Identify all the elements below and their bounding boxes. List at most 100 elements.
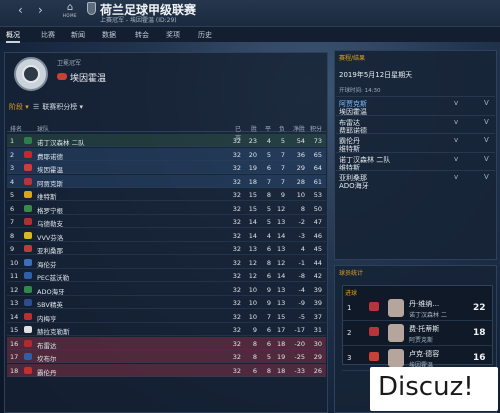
tab-stats[interactable]: 数据 <box>102 30 116 40</box>
scorer-team[interactable]: 诺丁汉森林 二 <box>409 310 447 319</box>
row-team[interactable]: 海伦芬 <box>37 259 57 269</box>
row-goal-diff: -1 <box>298 258 305 267</box>
row-pos: 5 <box>10 191 15 199</box>
row-won: 12 <box>248 258 257 267</box>
home-label: HOME <box>62 13 78 18</box>
row-drawn: 5 <box>266 150 271 159</box>
table-row[interactable]: 10 海伦芬 32 12 8 12 -1 44 <box>7 256 326 269</box>
table-row[interactable]: 6 格罗宁根 32 15 5 12 8 50 <box>7 202 326 215</box>
row-team[interactable]: 格罗宁根 <box>37 205 63 215</box>
fixture-expand-icon[interactable]: V <box>484 155 489 163</box>
tab-awards[interactable]: 奖项 <box>166 30 180 40</box>
header-points[interactable]: 积分 <box>310 124 322 133</box>
scorer-name[interactable]: 费·托蒂斯 <box>409 324 439 334</box>
back-icon[interactable]: ‹ <box>18 4 23 16</box>
table-row[interactable]: 16 布雷达 32 8 6 18 -20 30 <box>7 336 326 350</box>
table-row[interactable]: 9 亚利桑那 32 13 6 13 4 45 <box>7 242 326 255</box>
row-team[interactable]: 阿贾克斯 <box>37 178 63 188</box>
row-points: 39 <box>313 299 322 307</box>
home-button[interactable]: ⌂ HOME <box>56 3 84 21</box>
row-played: 32 <box>232 137 241 145</box>
table-row[interactable]: 17 坎布尔 32 8 5 19 -25 29 <box>7 350 326 363</box>
table-row[interactable]: 3 埃因霍温 32 19 6 7 29 64 <box>7 161 326 174</box>
table-row[interactable]: 1 诺丁汉森林 二队 32 23 4 5 54 73 <box>7 134 326 147</box>
row-team[interactable]: 布雷达 <box>37 340 57 350</box>
club-icon <box>24 299 32 306</box>
scorer-row[interactable]: 2 费·托蒂斯 阿贾克斯 18 <box>342 321 493 346</box>
table-row[interactable]: 14 内梅亨 32 10 7 15 -5 37 <box>7 310 326 323</box>
table-row[interactable]: 15 赫拉克勒斯 32 9 6 17 -17 31 <box>7 323 326 336</box>
fixture-away-team[interactable]: ADO海牙 <box>339 181 369 191</box>
title-bar: ‹ › ⌂ HOME 荷兰足球甲级联赛 上赛冠军 - 埃因霍温 (ID:29) <box>0 0 500 26</box>
row-won: 10 <box>248 299 257 307</box>
fixture-row[interactable]: 亚利桑那 ADO海牙 v V <box>336 170 495 191</box>
tab-matches[interactable]: 比赛 <box>41 30 55 40</box>
row-goal-diff: 4 <box>300 245 305 253</box>
table-row[interactable]: 7 乌德勒支 32 14 5 13 -2 47 <box>7 215 326 228</box>
row-team[interactable]: 乌德勒支 <box>37 218 63 228</box>
header-team[interactable]: 球队 <box>37 124 49 133</box>
row-team[interactable]: 霸伦丹 <box>37 367 57 377</box>
scorer-name[interactable]: 丹·维纳… <box>409 299 439 309</box>
champion-team[interactable]: 埃因霍温 <box>70 71 106 84</box>
row-team[interactable]: 亚利桑那 <box>37 245 63 255</box>
header-won[interactable]: 胜 <box>247 124 257 133</box>
row-drawn: 4 <box>266 231 271 240</box>
table-row[interactable]: 2 费耶诺德 32 20 5 7 36 65 <box>7 147 326 161</box>
fixture-expand-icon[interactable]: V <box>484 136 489 144</box>
table-row[interactable]: 5 维特斯 32 15 8 9 10 53 <box>7 188 326 201</box>
row-team[interactable]: ADO海牙 <box>37 286 65 296</box>
table-filter-dropdown[interactable]: ☰ 联赛积分榜 ▾ <box>33 102 83 112</box>
table-row[interactable]: 4 阿贾克斯 32 18 7 7 28 61 <box>7 174 326 188</box>
row-team[interactable]: 维特斯 <box>37 191 57 201</box>
fixture-row[interactable]: 布雷达 费耶诺德 v V <box>336 114 495 135</box>
row-team[interactable]: 埃因霍温 <box>37 164 63 174</box>
fixture-row[interactable]: 阿贾克斯 埃因霍温 v V <box>336 96 495 116</box>
fixture-row[interactable]: 诺丁汉森林 二队 维特斯 v V <box>336 151 495 172</box>
row-points: 39 <box>313 285 322 294</box>
tab-history[interactable]: 历史 <box>198 30 212 40</box>
fixture-expand-icon[interactable]: V <box>484 99 489 107</box>
row-team[interactable]: 坎布尔 <box>37 353 57 363</box>
table-row[interactable]: 8 VVV芬洛 32 14 4 14 -3 46 <box>7 229 326 242</box>
tab-transfers[interactable]: 转会 <box>135 30 149 40</box>
row-played: 32 <box>232 191 241 199</box>
tab-overview[interactable]: 概况 <box>6 30 20 43</box>
row-team[interactable]: 诺丁汉森林 二队 <box>37 137 85 147</box>
stage-selector[interactable]: 阶段 ▾ <box>9 102 29 112</box>
fixture-row[interactable]: 霸伦丹 维特斯 v V <box>336 133 495 153</box>
table-row[interactable]: 11 PEC兹沃勒 32 12 6 14 -8 42 <box>7 269 326 282</box>
tab-news[interactable]: 新闻 <box>71 30 85 40</box>
row-points: 46 <box>313 231 322 240</box>
row-team[interactable]: 内梅亨 <box>37 313 57 323</box>
table-row[interactable]: 13 SBV精英 32 10 9 13 -9 39 <box>7 296 326 309</box>
row-lost: 18 <box>277 366 286 375</box>
row-team[interactable]: 赫拉克勒斯 <box>37 326 70 336</box>
header-lost[interactable]: 负 <box>277 124 285 133</box>
fixture-expand-icon[interactable]: V <box>484 118 489 126</box>
row-team[interactable]: 费耶诺德 <box>37 151 63 161</box>
player-stats-title[interactable]: 球员统计 <box>339 268 363 277</box>
row-team[interactable]: PEC兹沃勒 <box>37 272 69 282</box>
row-team[interactable]: VVV芬洛 <box>37 232 63 242</box>
table-row[interactable]: 18 霸伦丹 32 6 8 18 -33 26 <box>7 363 326 377</box>
row-lost: 15 <box>277 312 286 321</box>
league-trophy-icon <box>14 57 48 91</box>
fixture-expand-icon[interactable]: V <box>484 173 489 181</box>
scorer-team[interactable]: 阿贾克斯 <box>409 335 433 344</box>
row-points: 42 <box>313 272 322 280</box>
row-pos: 13 <box>10 299 19 307</box>
header-drawn[interactable]: 平 <box>263 124 271 133</box>
scorer-row[interactable]: 1 丹·维纳… 诺丁汉森林 二 22 <box>342 296 493 321</box>
player-avatar[interactable] <box>388 299 404 317</box>
scorer-name[interactable]: 卢克·德容 <box>409 349 439 359</box>
table-row[interactable]: 12 ADO海牙 32 10 9 13 -4 39 <box>7 283 326 296</box>
fixtures-title[interactable]: 赛程/结果 <box>339 53 365 62</box>
player-avatar[interactable] <box>388 349 404 367</box>
player-avatar[interactable] <box>388 324 404 342</box>
forward-icon[interactable]: › <box>38 4 43 16</box>
row-team[interactable]: SBV精英 <box>37 299 63 309</box>
header-goal-diff[interactable]: 净胜 <box>293 124 305 133</box>
row-drawn: 5 <box>266 218 271 226</box>
header-pos[interactable]: 排名 <box>10 124 22 133</box>
